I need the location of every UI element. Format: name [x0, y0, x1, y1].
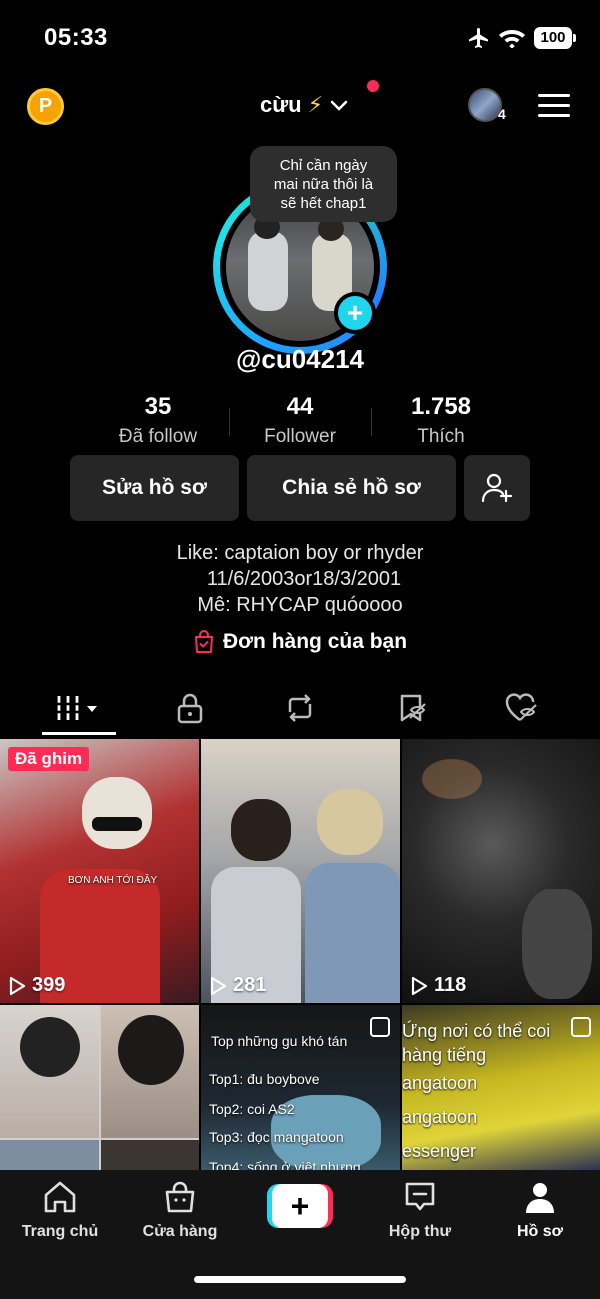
account-switcher[interactable]: cừu ⚡ [260, 80, 379, 120]
followers-label: Follower [264, 426, 336, 447]
pinned-badge: Đã ghim [8, 747, 90, 771]
video-caption: Top3: đọc mangatoon [209, 1129, 344, 1145]
nav-home-label: Trang chủ [21, 1223, 99, 1240]
video-caption: hàng tiếng [402, 1045, 487, 1065]
add-story-button[interactable]: + [334, 292, 376, 334]
battery-indicator: 100 [534, 27, 572, 49]
note-line: Chỉ cần ngày [279, 157, 368, 174]
video-thumbnail[interactable]: 118 [402, 739, 600, 1003]
video-caption: Top4: sống ở việt nhưng [209, 1159, 361, 1170]
lock-icon [177, 693, 203, 724]
following-count: 35 [144, 393, 172, 420]
profile-bio: Like: captaion boy or rhyder 11/6/2003or… [0, 540, 600, 618]
view-count: 118 [410, 974, 466, 997]
orders-label: Đơn hàng của bạn [222, 630, 408, 653]
nav-profile-label: Hồ sơ [516, 1223, 564, 1240]
liked-hidden-icon [505, 693, 537, 722]
add-friend-button[interactable] [464, 455, 530, 521]
photo-carousel-icon [571, 1017, 591, 1037]
tab-private[interactable] [130, 680, 250, 736]
menu-icon[interactable] [538, 94, 570, 118]
story-avatar-button[interactable] [468, 88, 502, 122]
profile-icon [526, 1183, 554, 1213]
video-caption: BƠN ANH TỚI ĐÂY [68, 875, 158, 886]
status-bar: 05:33 100 [0, 0, 600, 76]
nav-inbox[interactable]: Hộp thư [360, 1180, 480, 1241]
view-count: 399 [8, 974, 65, 997]
video-thumbnail[interactable]: 281 [201, 739, 400, 1003]
account-emoji: ⚡ [307, 92, 324, 117]
video-thumbnail[interactable]: Ứng nơi có thể coi hàng tiếng angatoon a… [402, 1005, 600, 1170]
likes-count: 1.758 [410, 393, 472, 420]
home-indicator [194, 1276, 406, 1283]
video-thumbnail[interactable]: Top những gu khó tán Top1: đu boybove To… [201, 1005, 400, 1170]
likes-label: Thích [417, 426, 465, 447]
share-profile-button[interactable]: Chia sẻ hồ sơ [247, 455, 456, 521]
add-user-icon [481, 473, 513, 503]
followers-stat[interactable]: 44 Follower [230, 392, 370, 452]
play-icon [210, 976, 227, 995]
nav-profile[interactable]: Hồ sơ [480, 1180, 600, 1241]
tab-videos[interactable] [20, 680, 140, 736]
battery-cap [573, 34, 576, 42]
inbox-icon [405, 1182, 435, 1211]
nav-inbox-label: Hộp thư [388, 1223, 452, 1240]
story-count: 4 [498, 106, 506, 122]
active-tab-indicator [42, 732, 116, 735]
bio-line: Mê: RHYCAP quóoooo [197, 594, 403, 616]
videos-grid-icon [57, 696, 97, 720]
bio-line: Like: captaion boy or rhyder [176, 542, 424, 564]
shop-bag-icon [165, 1181, 195, 1213]
tab-saved[interactable] [352, 680, 472, 736]
account-name: cừu [260, 92, 302, 117]
saved-hidden-icon [400, 694, 426, 722]
nav-home[interactable]: Trang chủ [0, 1180, 120, 1241]
username: @cu04214 [236, 344, 364, 374]
profile-note-bubble[interactable]: Chỉ cần ngày mai nữa thôi là sẽ hết chap… [250, 146, 397, 222]
nav-shop[interactable]: Cửa hàng [120, 1180, 240, 1241]
video-caption: Top những gu khó tán [211, 1033, 348, 1049]
likes-stat[interactable]: 1.758 Thích [371, 392, 511, 452]
play-icon [411, 976, 428, 995]
bio-line: 11/6/2003or18/3/2001 [206, 568, 402, 590]
repost-icon [288, 694, 312, 722]
airplane-mode-icon [469, 28, 488, 48]
video-caption: angatoon [402, 1107, 478, 1127]
following-stat[interactable]: 35 Đã follow [88, 392, 228, 452]
following-label: Đã follow [118, 426, 198, 447]
video-caption: Ứng nơi có thể coi [402, 1021, 551, 1041]
video-caption: Top2: coi AS2 [209, 1101, 295, 1117]
video-thumbnail[interactable] [0, 1005, 199, 1170]
photo-carousel-icon [370, 1017, 390, 1037]
tab-liked[interactable] [462, 680, 582, 736]
video-caption: Top1: đu boybove [209, 1071, 320, 1087]
followers-count: 44 [286, 393, 314, 420]
nav-shop-label: Cửa hàng [142, 1223, 218, 1240]
video-caption: essenger [402, 1141, 477, 1161]
tab-reposts[interactable] [240, 680, 360, 736]
home-icon [44, 1181, 76, 1213]
wifi-icon [499, 30, 525, 48]
note-line: mai nữa thôi là [273, 176, 374, 193]
create-button[interactable]: + [267, 1184, 333, 1228]
view-count: 281 [209, 974, 266, 997]
notification-dot [367, 80, 379, 92]
edit-profile-button[interactable]: Sửa hồ sơ [70, 455, 239, 521]
play-icon [9, 976, 26, 995]
orders-link[interactable]: Đơn hàng của bạn [0, 630, 600, 654]
profile-tabs [0, 680, 600, 738]
video-thumbnail[interactable]: BƠN ANH TỚI ĐÂY Đã ghim 399 [0, 739, 199, 1003]
status-time: 05:33 [44, 24, 108, 51]
coins-button[interactable]: P [27, 88, 64, 125]
shopping-bag-icon [194, 630, 213, 653]
video-caption: angatoon [402, 1073, 478, 1093]
note-line: sẽ hết chap1 [280, 195, 367, 212]
chevron-down-icon [330, 100, 348, 111]
